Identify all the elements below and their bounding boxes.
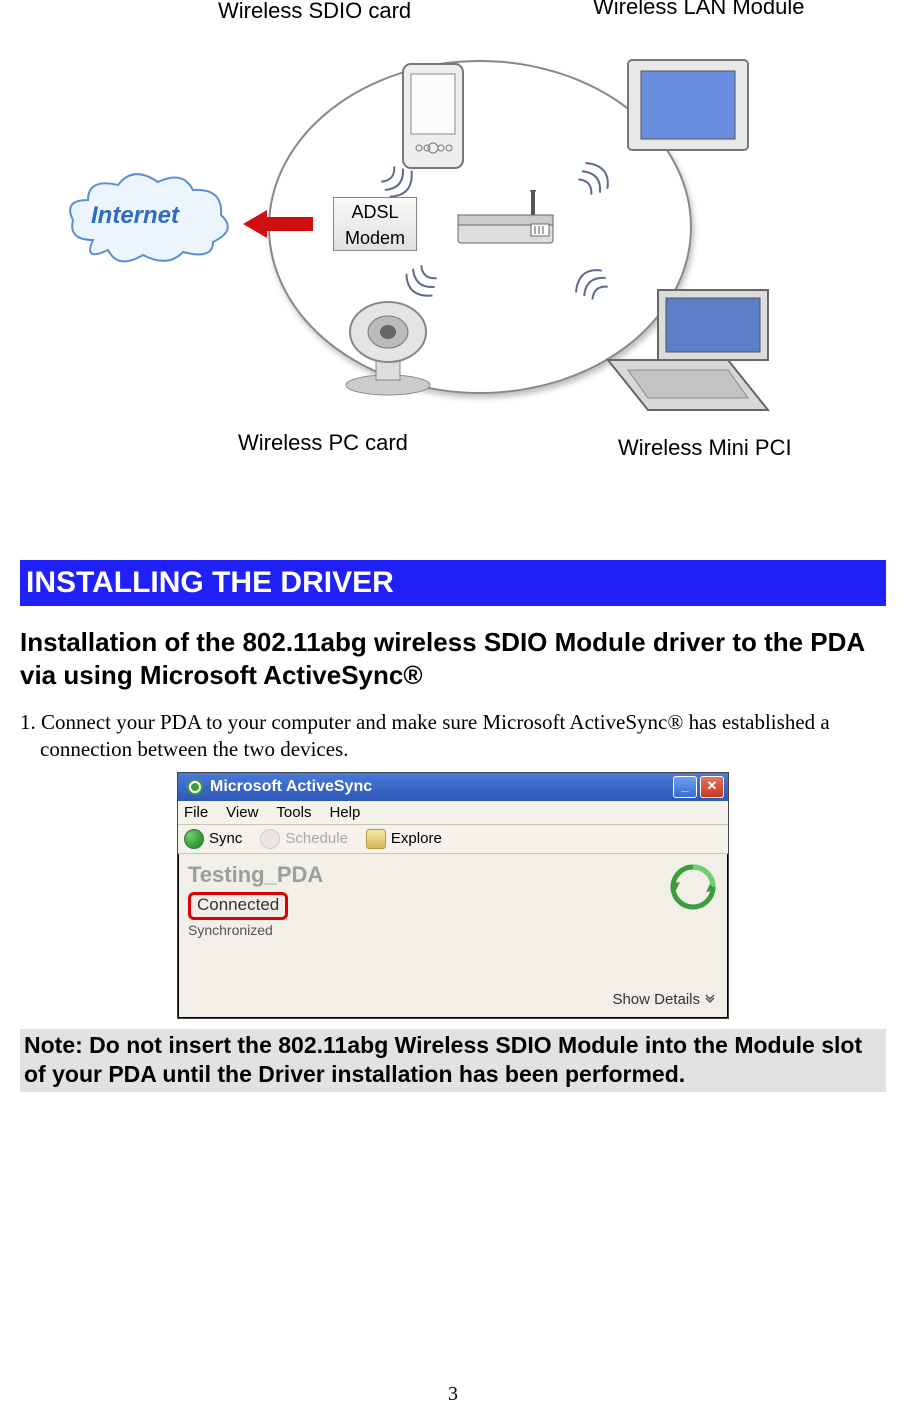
activesync-icon <box>186 778 204 796</box>
show-details-button[interactable]: Show Details <box>612 991 716 1008</box>
label-sdio: Wireless SDIO card <box>218 0 411 24</box>
explore-button[interactable]: Explore <box>366 829 442 849</box>
router-icon <box>453 190 563 250</box>
network-diagram: Wireless SDIO card Wireless LAN Module W… <box>63 0 843 500</box>
label-minipci: Wireless Mini PCI <box>618 435 792 461</box>
activesync-window: Microsoft ActiveSync _ ✕ File View Tools… <box>177 772 729 1019</box>
adsl-line2: Modem <box>334 225 416 251</box>
step-1: 1. Connect your PDA to your computer and… <box>20 709 886 764</box>
schedule-icon <box>260 829 280 849</box>
label-pccard: Wireless PC card <box>238 430 408 456</box>
arrow-icon <box>243 210 313 238</box>
window-body: Testing_PDA Connected Synchronized Show … <box>178 854 728 1018</box>
toolbar: Sync Schedule Explore <box>178 825 728 854</box>
device-name: Testing_PDA <box>188 862 718 888</box>
laptop-icon <box>598 280 788 420</box>
label-lan: Wireless LAN Module <box>593 0 805 20</box>
menu-view[interactable]: View <box>226 804 258 821</box>
connection-status: Connected <box>188 892 288 920</box>
pc-card-icon <box>328 290 458 400</box>
menu-bar: File View Tools Help <box>178 801 728 825</box>
chevron-down-icon <box>704 991 716 1008</box>
menu-help[interactable]: Help <box>329 804 360 821</box>
explore-icon <box>366 829 386 849</box>
window-title: Microsoft ActiveSync <box>210 778 372 796</box>
close-button[interactable]: ✕ <box>700 776 724 798</box>
page-number: 3 <box>0 1383 906 1406</box>
sync-icon <box>184 829 204 849</box>
schedule-button: Schedule <box>260 829 348 849</box>
sync-status: Synchronized <box>188 922 718 938</box>
sync-button[interactable]: Sync <box>184 829 242 849</box>
menu-file[interactable]: File <box>184 804 208 821</box>
lan-module-icon <box>613 45 763 175</box>
section-title: INSTALLING THE DRIVER <box>20 560 886 606</box>
minimize-button[interactable]: _ <box>673 776 697 798</box>
sync-spinner-icon <box>670 864 716 915</box>
window-titlebar: Microsoft ActiveSync _ ✕ <box>178 773 728 801</box>
menu-tools[interactable]: Tools <box>276 804 311 821</box>
note-text: Note: Do not insert the 802.11abg Wirele… <box>20 1029 886 1093</box>
internet-label: Internet <box>91 202 179 230</box>
section-subheading: Installation of the 802.11abg wireless S… <box>20 626 886 691</box>
